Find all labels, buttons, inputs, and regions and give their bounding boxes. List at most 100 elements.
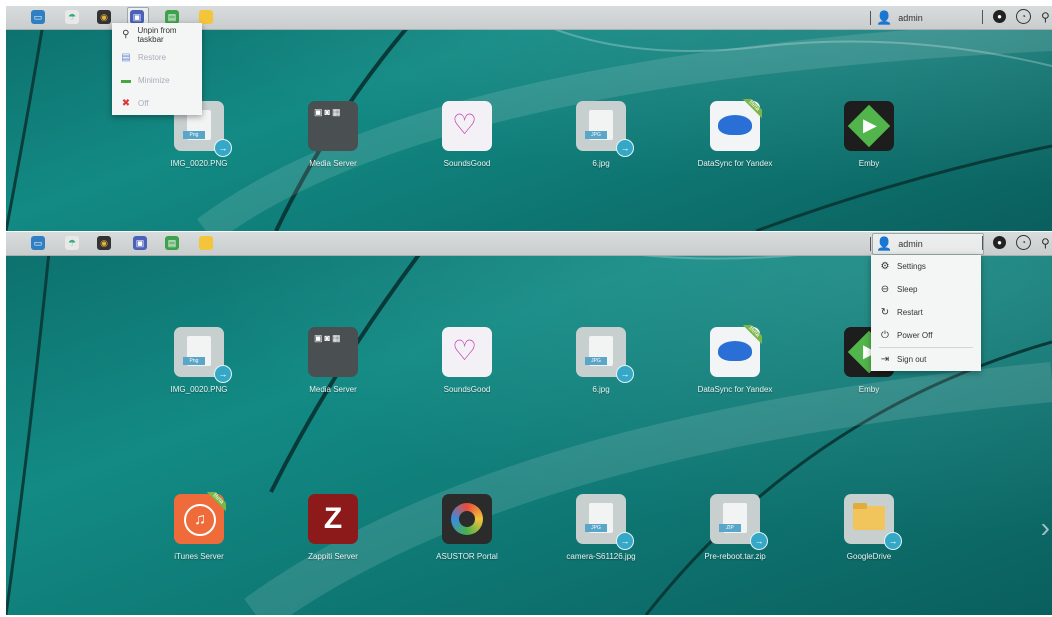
image-file-icon: JPG → (576, 101, 634, 157)
desktop-item[interactable]: JPG → 6.jpg (561, 101, 641, 169)
backup-icon[interactable]: ◉ (97, 236, 111, 250)
power-icon: ⏻ (881, 330, 889, 341)
desktop-item[interactable]: ♫ Beta iTunes Server (159, 492, 239, 562)
image-file-icon: Png → (174, 327, 232, 383)
menu-item-sleep[interactable]: ⊖ Sleep (871, 278, 981, 301)
desktop-item[interactable]: Png → IMG_0020.PNG (159, 327, 239, 395)
notes-icon[interactable] (199, 236, 213, 250)
desktop-item[interactable]: JPG → 6.jpg (561, 327, 641, 395)
desktop-screenshot-bottom: ▭ ☂ ◉ ▣ ▤ 👤 admin ● ◔ ⚲ Png → IMG_0020.P… (6, 232, 1052, 615)
file-type-tag: ZIP (719, 524, 741, 532)
network-icon[interactable]: ☂ (65, 236, 79, 250)
calendar-icon[interactable]: ▤ (165, 236, 179, 250)
menu-item-sign-out[interactable]: ⇥ Sign out (871, 348, 981, 371)
activity-icon[interactable]: ◔ (1016, 235, 1031, 250)
sleep-icon: ⊖ (880, 284, 890, 295)
calendar-icon[interactable]: ▤ (165, 10, 179, 24)
backup-icon[interactable]: ◉ (97, 10, 111, 24)
desktop-item-label: Zappiti Server (308, 552, 358, 561)
restore-icon: ▤ (121, 52, 131, 63)
desktop-item[interactable]: ♡ SoundsGood (427, 101, 507, 169)
taskbar-context-menu: ⚲ Unpin from taskbar ▤ Restore ▬ Minimiz… (112, 23, 202, 115)
user-icon: 👤 (876, 9, 893, 25)
desktop-item[interactable]: Beta DataSync for Yandex (695, 99, 775, 169)
media-icon[interactable]: ▣ (130, 10, 144, 24)
separator (870, 10, 871, 25)
desktop-item-label: ASUSTOR Portal (436, 552, 498, 561)
menu-item-minimize[interactable]: ▬ Minimize (112, 69, 202, 92)
tray: ● ◔ ⚲ (982, 9, 1050, 24)
desktop-item[interactable]: ♡ SoundsGood (427, 327, 507, 395)
desktop-item-label: GoogleDrive (846, 552, 892, 561)
shortcut-arrow-icon: → (616, 532, 634, 550)
desktop-item[interactable]: ZIP → Pre-reboot.tar.zip (695, 494, 775, 562)
desktop-item-label: SoundsGood (443, 385, 491, 394)
shortcut-arrow-icon: → (214, 139, 232, 157)
separator (982, 9, 983, 24)
file-type-tag: JPG (585, 524, 607, 532)
desktop-item[interactable]: Beta DataSync for Yandex (695, 325, 775, 395)
restart-icon: ↻ (880, 307, 890, 318)
notes-icon[interactable] (199, 10, 213, 24)
gear-icon: ⚙ (880, 261, 890, 272)
desktop-item[interactable]: ASUSTOR Portal (427, 494, 507, 562)
search-icon[interactable]: ⚲ (1041, 10, 1050, 24)
user-name: admin (898, 12, 923, 23)
user-button[interactable]: 👤 admin (870, 6, 923, 29)
desktop-item[interactable]: ▣◙▦ Media Server (293, 327, 373, 395)
menu-item-power-off[interactable]: ⏻ Power Off (871, 324, 981, 347)
desktop-screenshot-top: ▭ ☂ ◉ ▣ ▤ 👤 admin ● ◔ ⚲ Png → IMG_0020.P… (6, 6, 1052, 231)
desktop-item[interactable]: ▣◙▦ Media Server (293, 101, 373, 169)
image-file-icon: JPG → (576, 327, 634, 383)
menu-item-off[interactable]: ✖ Off (112, 92, 202, 115)
zip-file-icon: ZIP → (710, 494, 768, 550)
file-type-tag: JPG (585, 357, 607, 365)
next-page-chevron-icon[interactable]: › (1041, 512, 1050, 544)
desktop-item-label: IMG_0020.PNG (170, 385, 228, 394)
menu-item-restore[interactable]: ▤ Restore (112, 46, 202, 69)
shortcut-arrow-icon: → (884, 532, 902, 550)
desktop-item-label: camera-S61126.jpg (566, 552, 636, 561)
desktop-item-label: DataSync for Yandex (697, 159, 773, 168)
sign-out-icon: ⇥ (880, 354, 890, 365)
datasync-icon: Beta (710, 99, 762, 151)
desktop-icon[interactable]: ▭ (31, 236, 45, 250)
user-dropdown-menu: ⚙ Settings ⊖ Sleep ↻ Restart ⏻ Power Off… (871, 255, 981, 371)
desktop-icon[interactable]: ▭ (31, 10, 45, 24)
file-type-tag: Png (183, 357, 205, 365)
taskbar: ▭ ☂ ◉ ▣ ▤ 👤 admin ● ◔ ⚲ (6, 232, 1052, 256)
desktop-item[interactable]: → GoogleDrive (829, 494, 909, 562)
desktop-item[interactable]: Z Zappiti Server (293, 494, 373, 562)
file-type-tag: JPG (585, 131, 607, 139)
menu-item-restart[interactable]: ↻ Restart (871, 301, 981, 324)
desktop-item-label: IMG_0020.PNG (170, 159, 228, 168)
menu-item-unpin[interactable]: ⚲ Unpin from taskbar (112, 23, 202, 46)
desktop-item-label: 6.jpg (592, 385, 610, 394)
image-file-icon: JPG → (576, 494, 634, 550)
menu-item-label: Restart (897, 308, 923, 317)
desktop-item[interactable]: ▶ Emby (829, 101, 909, 169)
menu-item-label: Settings (897, 262, 926, 271)
notification-icon[interactable]: ● (993, 10, 1006, 23)
user-button[interactable]: 👤 admin (870, 232, 923, 255)
network-icon[interactable]: ☂ (65, 10, 79, 24)
shortcut-arrow-icon: → (750, 532, 768, 550)
desktop-item-label: Emby (858, 159, 880, 168)
menu-item-label: Off (138, 99, 149, 108)
desktop-item[interactable]: JPG → camera-S61126.jpg (561, 494, 641, 562)
media-server-icon: ▣◙▦ (308, 327, 358, 377)
desktop-item-label: Pre-reboot.tar.zip (704, 552, 766, 561)
asustor-portal-icon (442, 494, 492, 544)
file-type-tag: Png (183, 131, 205, 139)
notification-icon[interactable]: ● (993, 236, 1006, 249)
emby-icon: ▶ (844, 101, 894, 151)
shortcut-arrow-icon: → (616, 139, 634, 157)
activity-icon[interactable]: ◔ (1016, 9, 1031, 24)
menu-item-label: Restore (138, 53, 167, 62)
user-name: admin (898, 238, 923, 249)
menu-item-label: Power Off (897, 331, 933, 340)
media-icon[interactable]: ▣ (133, 236, 147, 250)
menu-item-settings[interactable]: ⚙ Settings (871, 255, 981, 278)
search-icon[interactable]: ⚲ (1041, 236, 1050, 250)
tray: ● ◔ ⚲ (982, 235, 1050, 250)
